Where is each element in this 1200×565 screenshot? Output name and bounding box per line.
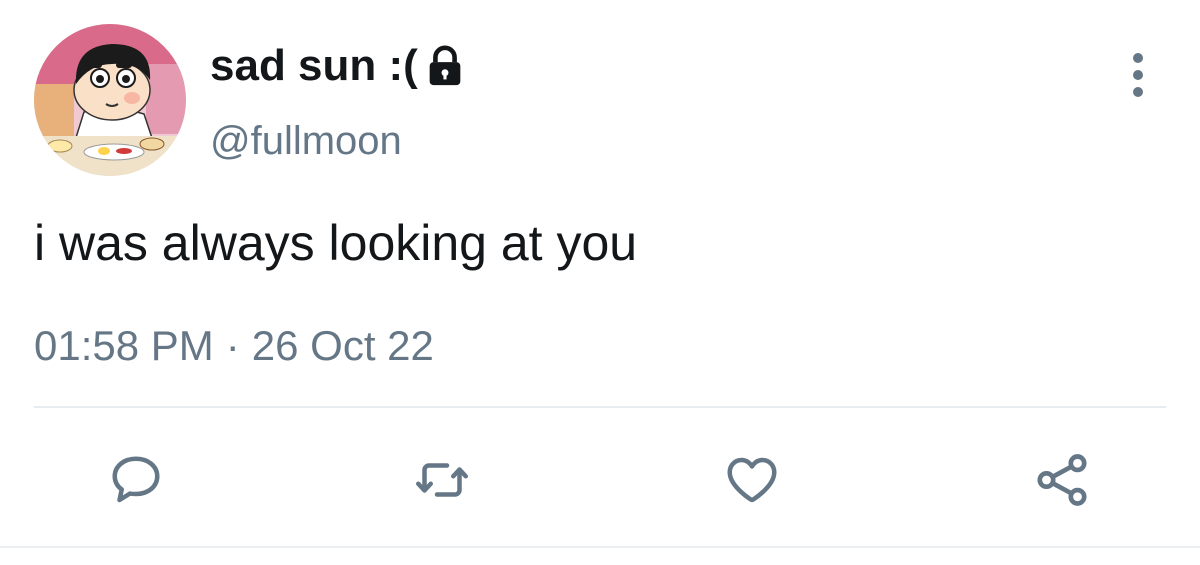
tweet-card: sad sun :( @fullmoon i was always lookin… (0, 0, 1200, 565)
retweet-arrows-icon (416, 463, 468, 497)
lock-icon (429, 45, 461, 86)
reply-button[interactable] (96, 440, 176, 520)
meta-separator: · (225, 322, 240, 369)
vertical-ellipsis-icon[interactable] (1118, 48, 1158, 102)
avatar[interactable] (34, 24, 186, 176)
tweet-text: i was always looking at you (34, 215, 638, 271)
share-button[interactable] (1022, 440, 1102, 520)
tweet-timestamp[interactable]: 01:58 PM · 26 Oct 22 (34, 318, 434, 374)
heart-icon (727, 457, 777, 503)
speech-bubble-icon (112, 456, 160, 503)
share-nodes-icon (1037, 454, 1087, 506)
divider (34, 406, 1166, 408)
display-name-text: sad sun :( (210, 41, 418, 90)
action-bar (0, 440, 1200, 520)
user-handle[interactable]: @fullmoon (210, 114, 402, 168)
like-button[interactable] (712, 440, 792, 520)
tweet-time: 01:58 PM (34, 322, 214, 369)
bottom-divider (0, 546, 1200, 548)
avatar-image (34, 24, 186, 176)
retweet-button[interactable] (402, 440, 482, 520)
display-name[interactable]: sad sun :( (210, 38, 468, 94)
tweet-date: 26 Oct 22 (251, 322, 434, 369)
